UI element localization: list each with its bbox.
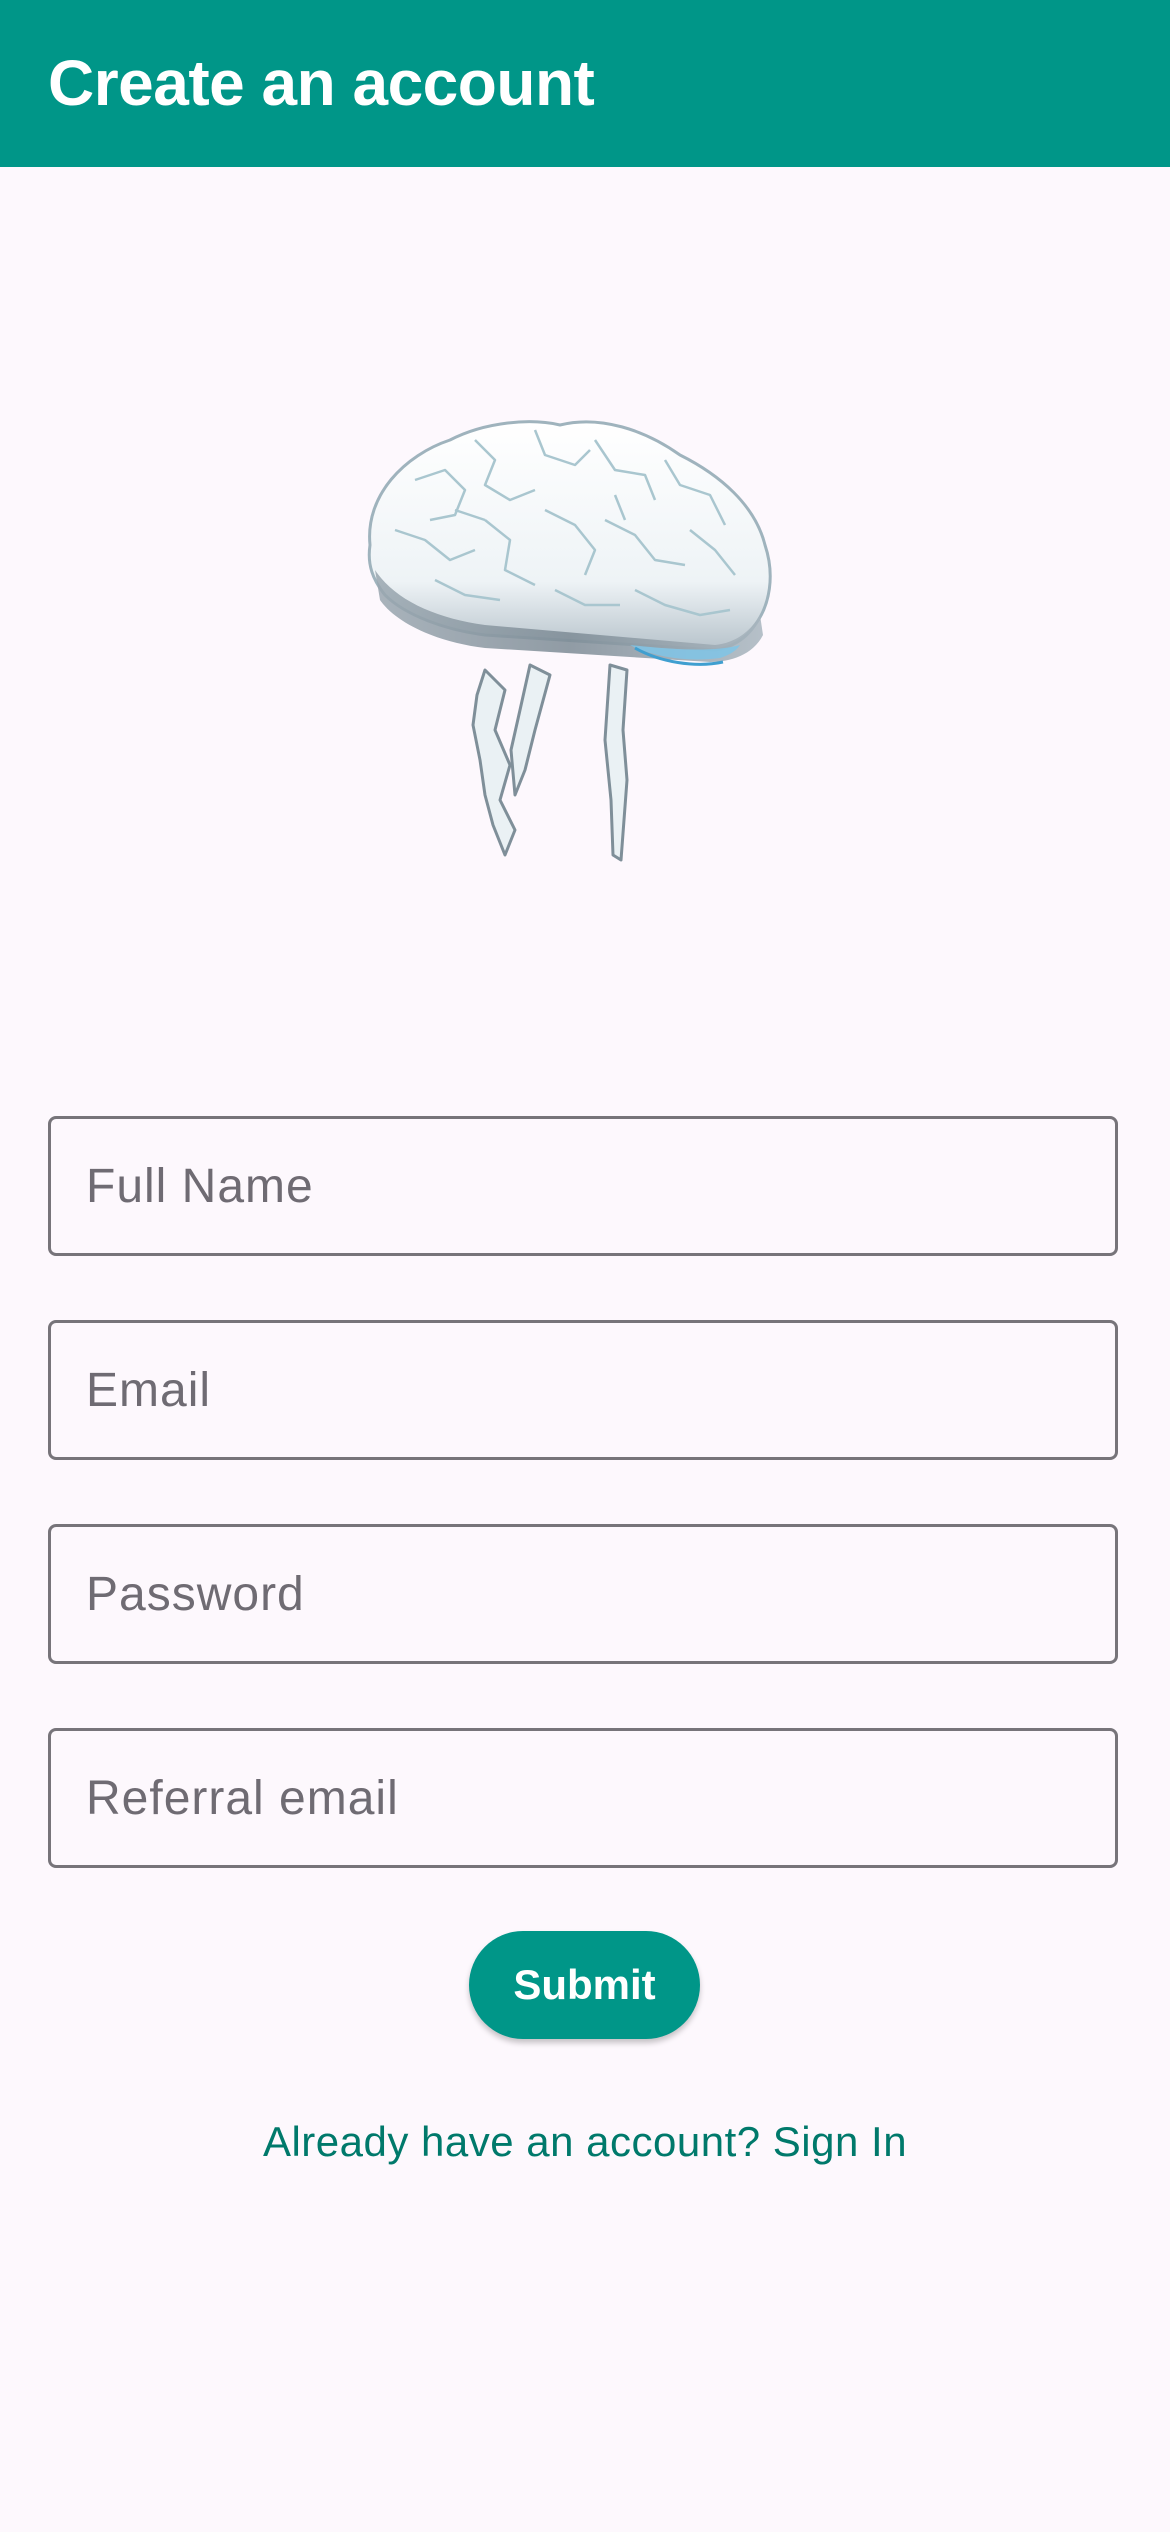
full-name-input[interactable] <box>51 1119 1115 1253</box>
referral-email-input[interactable] <box>51 1731 1115 1865</box>
referral-email-field[interactable] <box>48 1728 1118 1868</box>
brain-icon <box>335 400 835 880</box>
password-field[interactable] <box>48 1524 1118 1664</box>
submit-button[interactable]: Submit <box>469 1931 700 2039</box>
email-input[interactable] <box>51 1323 1115 1457</box>
sign-in-link[interactable]: Already have an account? Sign In <box>0 2118 1170 2166</box>
email-field[interactable] <box>48 1320 1118 1460</box>
password-input[interactable] <box>51 1527 1115 1661</box>
full-name-field[interactable] <box>48 1116 1118 1256</box>
app-bar: Create an account <box>0 0 1170 167</box>
page-title: Create an account <box>48 46 595 119</box>
